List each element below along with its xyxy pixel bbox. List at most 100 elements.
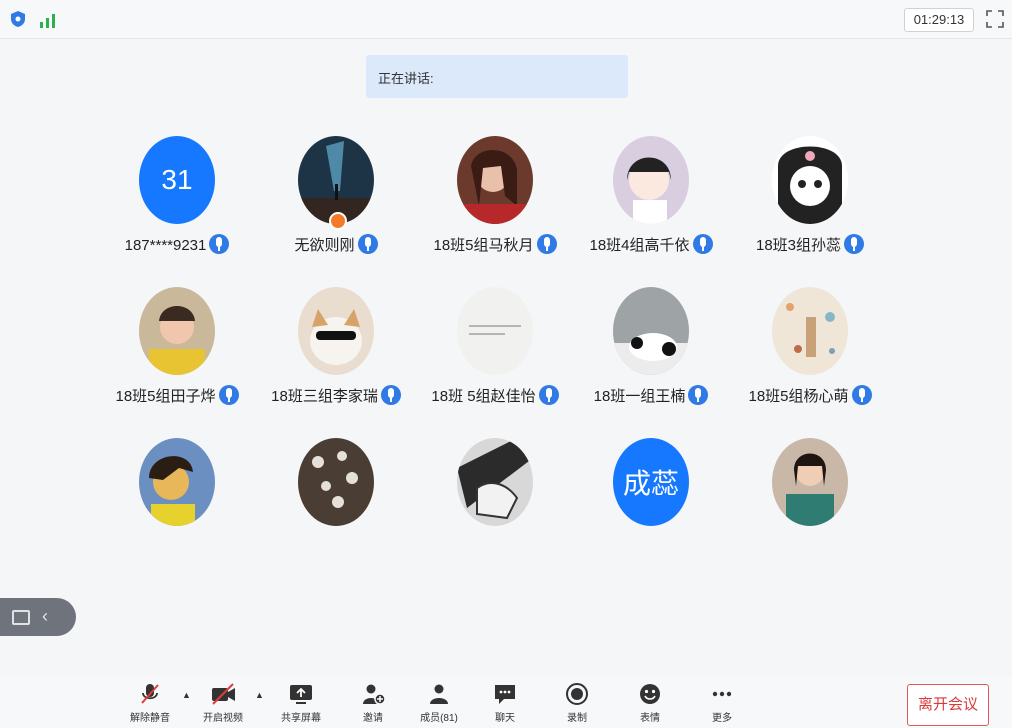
bottom-toolbar: 解除静音 ▲ 开启视频 ▲ 共享屏幕 邀请 成员(81) 聊天 录制 表情 更多: [0, 676, 1012, 728]
avatar: [457, 287, 533, 375]
avatar-photo: [298, 438, 374, 526]
mic-icon: [851, 385, 872, 405]
more-button[interactable]: 更多: [687, 682, 757, 728]
fullscreen-icon[interactable]: [986, 10, 1004, 28]
avatar: [139, 287, 215, 375]
mic-muted-icon: [141, 684, 159, 704]
more-label: 更多: [712, 713, 732, 724]
reactions-label: 表情: [640, 713, 660, 724]
mic-icon: [536, 234, 557, 254]
avatar-photo: [772, 136, 848, 224]
avatar-photo: [139, 287, 215, 375]
avatar-photo: [298, 287, 374, 375]
participant-name: 18班3组孙蕊: [755, 237, 842, 254]
avatar-photo: [457, 287, 533, 375]
mic-icon: [692, 234, 713, 254]
unmute-label: 解除静音: [130, 713, 170, 724]
participant-name: 18班4组高千依: [589, 237, 690, 254]
video-off-icon: [212, 683, 235, 705]
participant-name-row: 187****9231: [92, 234, 262, 254]
chat-button[interactable]: 聊天: [470, 682, 540, 728]
members-icon: [430, 684, 448, 704]
avatar: 成蕊: [613, 438, 689, 526]
meeting-timer: 01:29:13: [904, 8, 974, 32]
participant-name: 18班三组李家瑞: [271, 388, 378, 405]
mic-icon: [538, 385, 559, 405]
avatar-photo: [772, 438, 848, 526]
more-dots-icon: [712, 691, 732, 697]
mic-icon: [380, 385, 401, 405]
avatar: [298, 438, 374, 526]
participant-name-row: 无欲则刚: [251, 234, 421, 255]
avatar: [298, 287, 374, 375]
avatar: [139, 438, 215, 526]
share-screen-icon: [290, 685, 312, 704]
avatar: [613, 136, 689, 224]
chat-window-icon: [12, 610, 30, 625]
shield-icon[interactable]: [10, 10, 26, 28]
invite-button[interactable]: 邀请: [338, 682, 408, 728]
avatar: [772, 287, 848, 375]
participant-name: 18班5组马秋月: [433, 237, 534, 254]
caret-up-icon[interactable]: ▲: [255, 690, 264, 700]
speaking-indicator: 正在讲话:: [366, 55, 628, 98]
avatar: [613, 287, 689, 375]
mic-icon: [357, 234, 378, 254]
mic-icon: [209, 234, 230, 254]
avatar-photo: [298, 136, 374, 224]
chat-icon: [495, 685, 515, 704]
participant-name: 18班5组杨心萌: [748, 388, 849, 405]
speaking-label: 正在讲话:: [378, 71, 434, 86]
avatar: [457, 438, 533, 526]
avatar-photo: [772, 287, 848, 375]
record-icon: [566, 683, 588, 705]
avatar-initials: 成蕊: [613, 438, 689, 526]
participant-name: 无欲则刚: [294, 237, 355, 254]
avatar-photo: [457, 136, 533, 224]
avatar: [298, 136, 374, 224]
participant-name-row: 18班一组王楠: [566, 385, 736, 406]
participant-name-row: 18班 5组赵佳怡: [410, 385, 580, 406]
record-label: 录制: [567, 713, 587, 724]
smiley-icon: [640, 684, 660, 704]
mic-icon: [688, 385, 709, 405]
avatar: [772, 136, 848, 224]
share-screen-label: 共享屏幕: [281, 713, 321, 724]
share-screen-button[interactable]: 共享屏幕: [266, 682, 336, 728]
avatar: [772, 438, 848, 526]
record-button[interactable]: 录制: [542, 682, 612, 728]
mic-icon: [218, 385, 239, 405]
participant-name: 187****9231: [124, 237, 207, 254]
start-video-button[interactable]: 开启视频: [188, 682, 258, 728]
participant-name: 18班 5组赵佳怡: [431, 388, 536, 405]
members-button[interactable]: 成员(81): [404, 682, 474, 728]
side-panel-toggle[interactable]: ‹: [0, 598, 76, 636]
avatar: [457, 136, 533, 224]
participant-name: 18班一组王楠: [593, 388, 686, 405]
chat-label: 聊天: [495, 713, 515, 724]
host-badge-icon: [329, 212, 347, 230]
avatar-photo: [139, 438, 215, 526]
reactions-button[interactable]: 表情: [615, 682, 685, 728]
top-bar: 01:29:13: [0, 0, 1012, 39]
participant-name-row: 18班5组马秋月: [410, 234, 580, 255]
chevron-left-icon: ‹: [42, 606, 48, 626]
participant-name-row: 18班三组李家瑞: [251, 385, 421, 406]
participant-name-row: 18班4组高千依: [566, 234, 736, 255]
mic-icon: [844, 234, 865, 254]
leave-meeting-button[interactable]: 离开会议: [907, 684, 989, 726]
participant-name-row: 18班3组孙蕊: [725, 234, 895, 255]
members-label: 成员(81): [420, 713, 458, 724]
avatar: 31: [139, 136, 215, 224]
participant-name-row: 18班5组田子烨: [92, 385, 262, 406]
participant-name: 18班5组田子烨: [115, 388, 216, 405]
start-video-label: 开启视频: [203, 713, 243, 724]
unmute-button[interactable]: 解除静音: [115, 682, 185, 728]
avatar-photo: [613, 287, 689, 375]
avatar-initials: 31: [139, 136, 215, 224]
invite-icon: [363, 684, 386, 705]
invite-label: 邀请: [363, 713, 383, 724]
participant-name-row: 18班5组杨心萌: [725, 385, 895, 406]
avatar-photo: [613, 136, 689, 224]
signal-icon[interactable]: [38, 12, 58, 28]
